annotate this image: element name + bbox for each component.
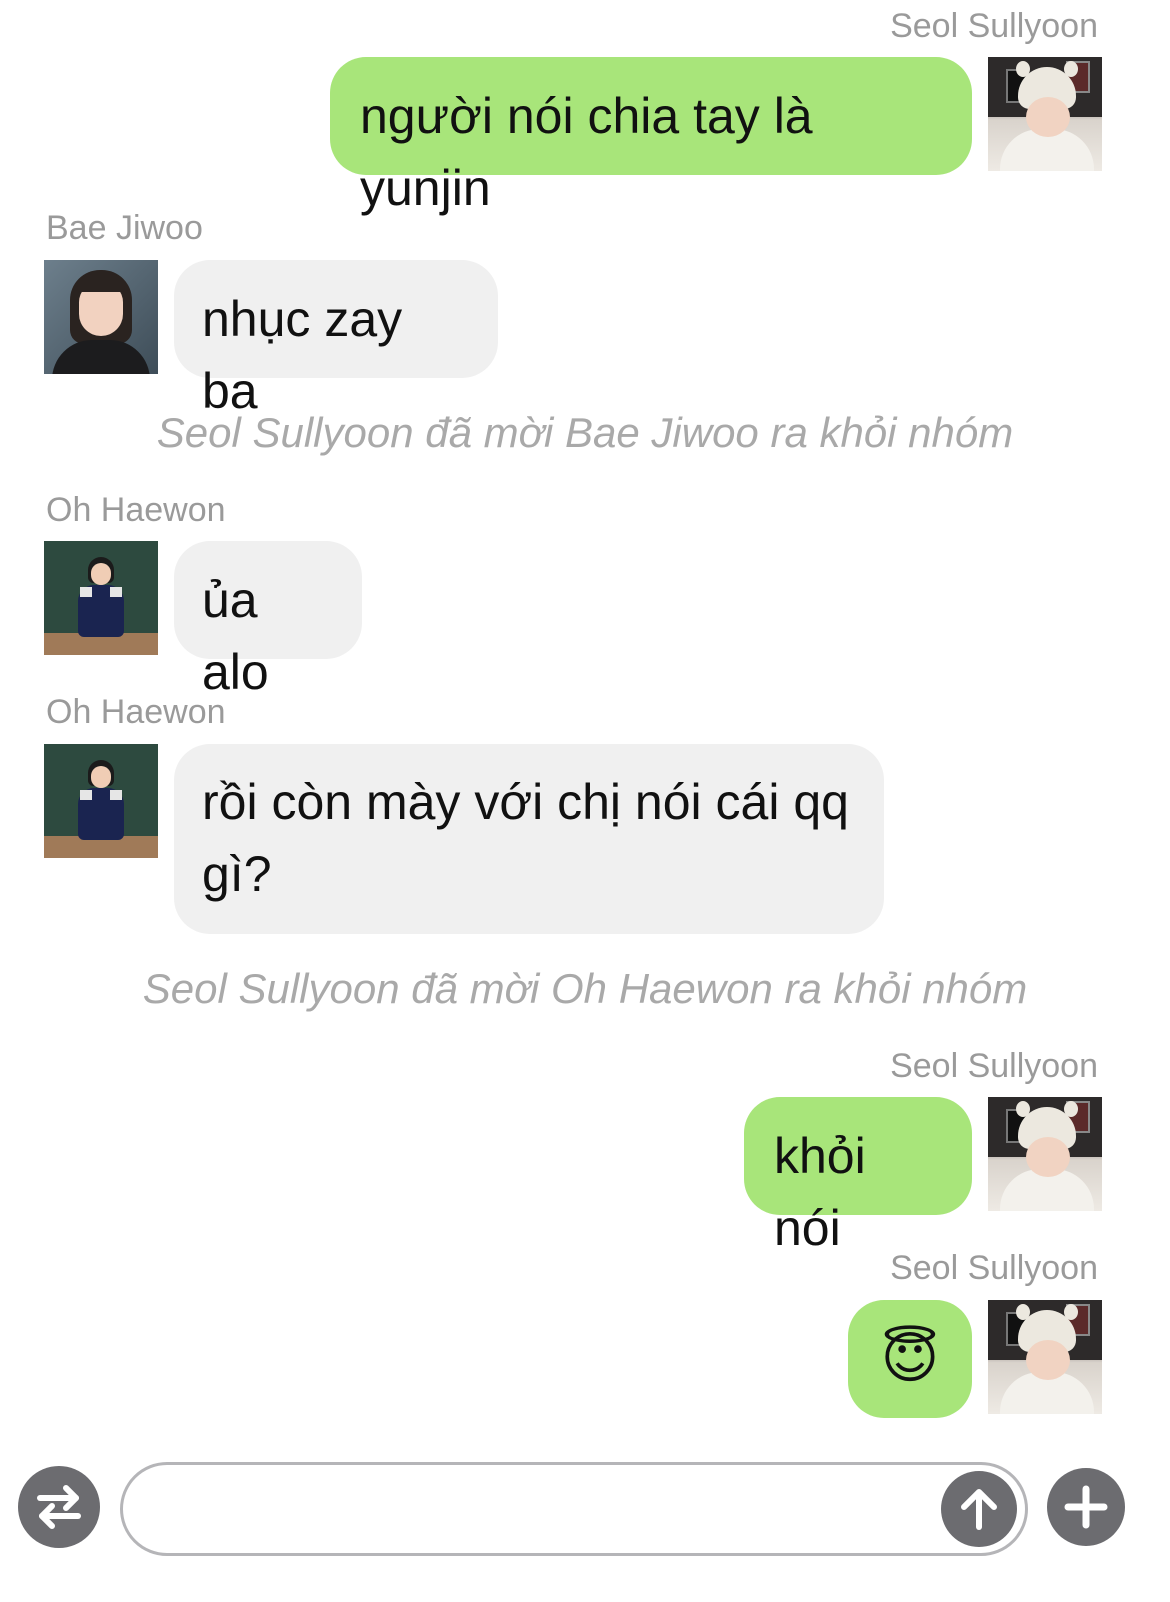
swap-arrows-icon [37, 1485, 81, 1529]
sender-name: Seol Sullyoon [890, 1047, 1098, 1085]
sender-name: Bae Jiwoo [46, 209, 203, 247]
plus-icon [1064, 1485, 1108, 1529]
avatar[interactable] [44, 541, 158, 655]
send-button[interactable] [941, 1471, 1017, 1547]
sender-name: Seol Sullyoon [890, 7, 1098, 45]
message-input-box[interactable] [120, 1462, 1028, 1556]
message-bubble-outgoing[interactable]: 😇 [848, 1300, 972, 1418]
message-bubble-outgoing[interactable]: người nói chia tay là yunjin [330, 57, 972, 216]
add-button[interactable] [1047, 1468, 1125, 1546]
message-text: rồi còn mày với chị nói cái qq gì? [202, 774, 849, 902]
message-text: 😇 [880, 1326, 940, 1389]
arrow-up-icon [961, 1489, 997, 1530]
message-bubble-incoming[interactable]: nhục zay ba [174, 260, 498, 419]
swap-button[interactable] [18, 1466, 100, 1548]
message-text: ủa alo [202, 572, 269, 700]
sender-name: Oh Haewon [46, 693, 226, 731]
system-message: Seol Sullyoon đã mời Oh Haewon ra khỏi n… [142, 965, 1028, 1012]
sender-name: Seol Sullyoon [890, 1249, 1098, 1287]
sender-name: Oh Haewon [46, 491, 226, 529]
avatar[interactable] [44, 260, 158, 374]
avatar[interactable] [44, 744, 158, 858]
message-text: người nói chia tay là yunjin [360, 88, 813, 216]
system-message: Seol Sullyoon đã mời Bae Jiwoo ra khỏi n… [156, 409, 1014, 456]
avatar[interactable] [988, 1097, 1102, 1211]
avatar[interactable] [988, 57, 1102, 171]
message-text: khỏi nói [774, 1128, 866, 1256]
message-input[interactable] [153, 1481, 937, 1541]
message-bubble-incoming[interactable]: rồi còn mày với chị nói cái qq gì? [174, 744, 884, 934]
message-bubble-outgoing[interactable]: khỏi nói [744, 1097, 972, 1256]
message-bubble-incoming[interactable]: ủa alo [174, 541, 362, 700]
message-text: nhục zay ba [202, 291, 403, 419]
avatar[interactable] [988, 1300, 1102, 1414]
